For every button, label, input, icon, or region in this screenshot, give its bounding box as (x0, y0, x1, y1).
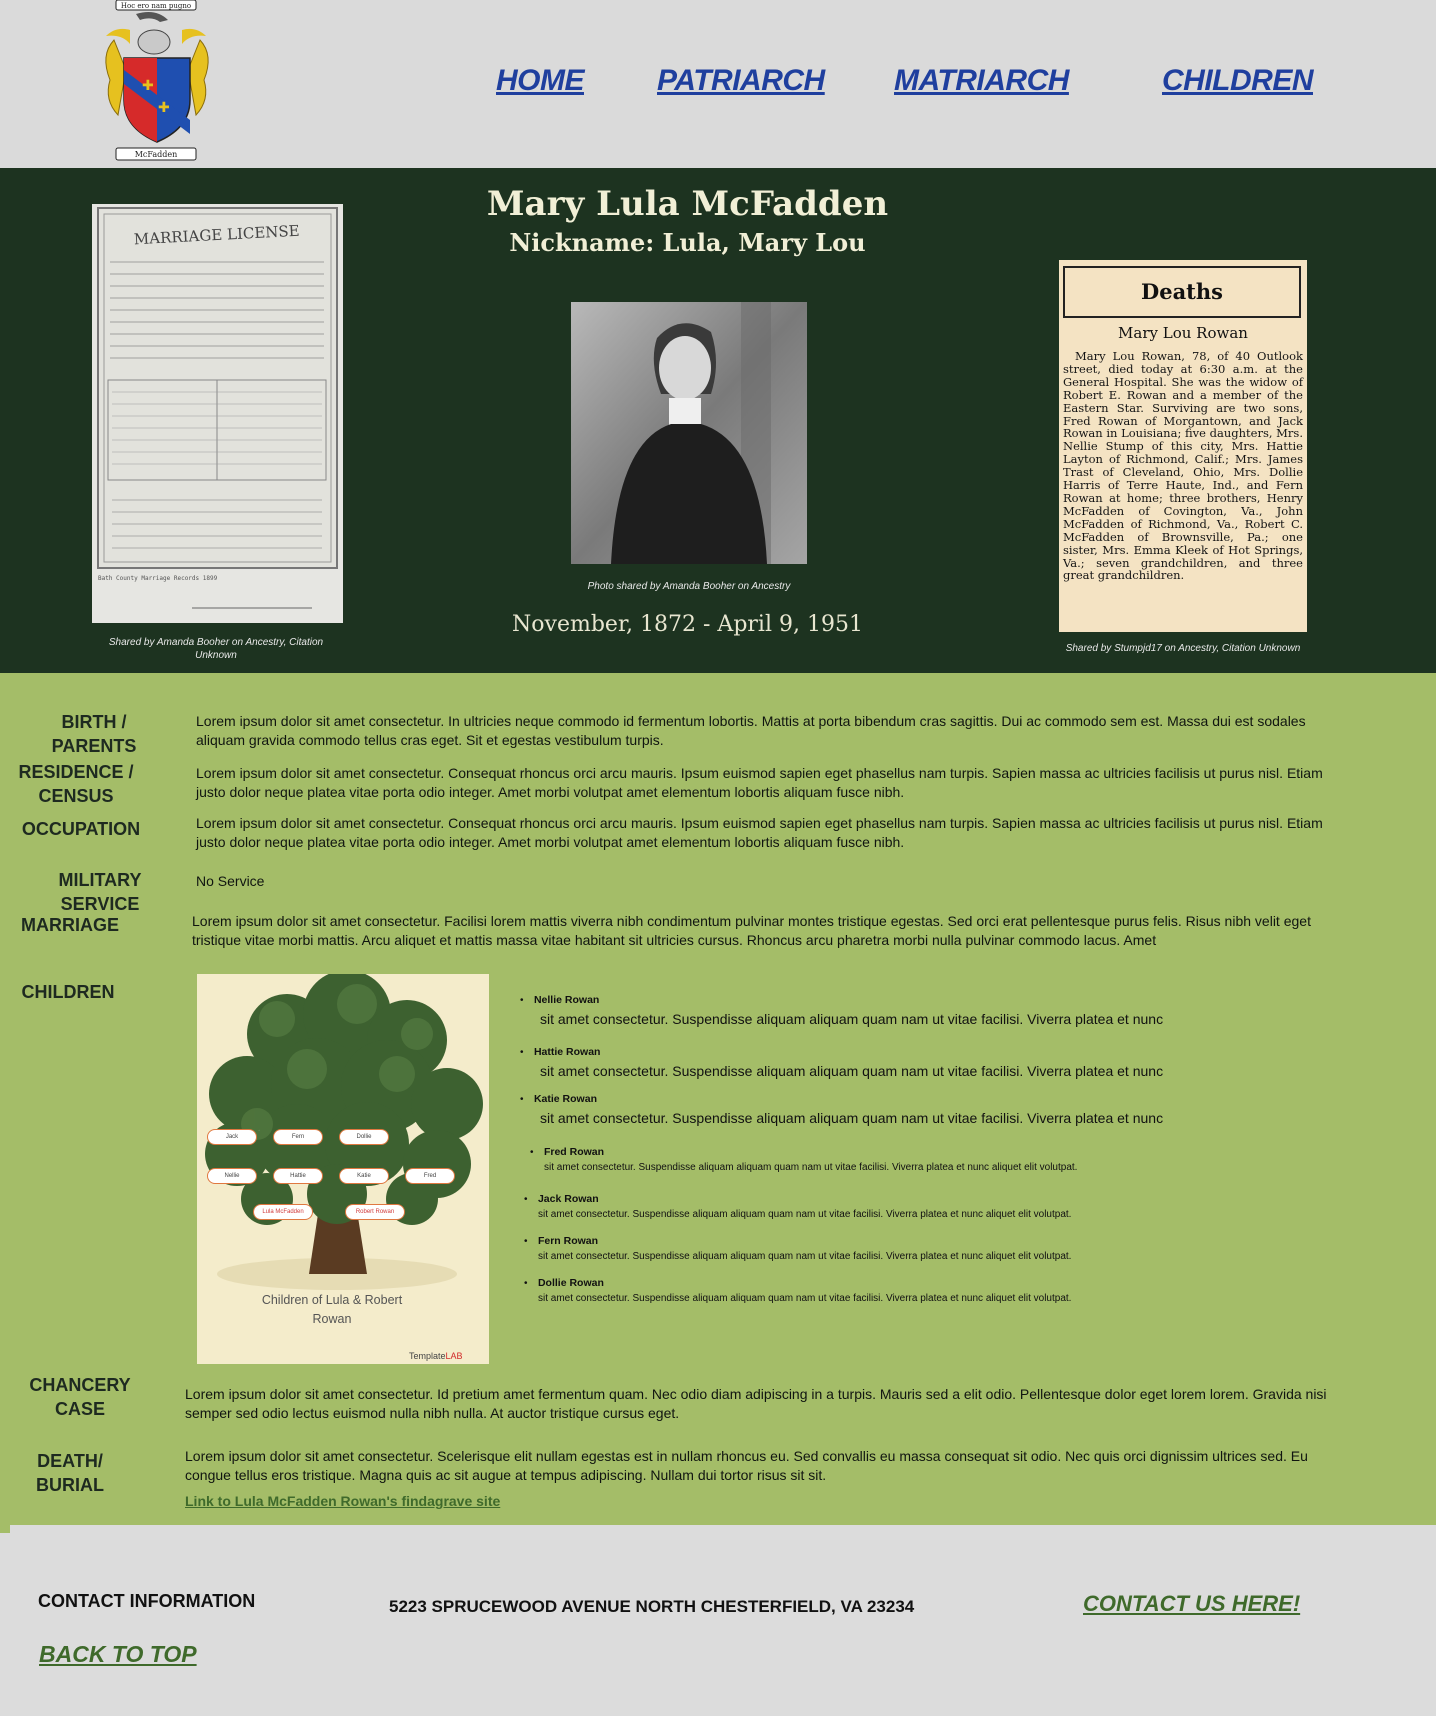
children-label: CHILDREN (21, 982, 115, 1002)
death-burial-label-2: BURIAL (36, 1475, 104, 1495)
military-service-text: No Service (196, 873, 265, 889)
child-item-jack: • Jack Rowan sit amet consectetur. Suspe… (524, 1189, 1071, 1220)
child-text: sit amet consectetur. Suspendisse aliqua… (544, 1162, 1078, 1173)
bullet-icon: • (524, 1278, 528, 1289)
nav-patriarch-link[interactable]: PATRIARCH (657, 64, 825, 98)
chancery-case-label-1: CHANCERY (29, 1375, 131, 1395)
children-list: • Nellie Rowan sit amet consectetur. Sus… (520, 990, 1340, 1310)
bullet-icon: • (520, 1094, 524, 1105)
birth-parents-label: BIRTH / PARENTS (51, 712, 137, 756)
photo-caption: Photo shared by Amanda Booher on Ancestr… (587, 581, 791, 592)
portrait-photo[interactable] (571, 302, 807, 564)
obituary-text: Mary Lou Rowan, 78, of 40 Outlook street… (1063, 349, 1303, 583)
obituary-name: Mary Lou Rowan (1118, 324, 1248, 342)
child-name: Nellie Rowan (533, 994, 600, 1006)
child-text: sit amet consectetur. Suspendisse aliqua… (540, 1011, 1164, 1027)
child-name: Dollie Rowan (537, 1277, 604, 1289)
child-item-hattie: • Hattie Rowan sit amet consectetur. Sus… (520, 1042, 1163, 1079)
obituary-clipping[interactable]: Deaths Mary Lou Rowan Mary Lou Rowan, 78… (1059, 260, 1307, 632)
child-item-nellie: • Nellie Rowan sit amet consectetur. Sus… (520, 990, 1163, 1027)
child-item-katie: • Katie Rowan sit amet consectetur. Susp… (520, 1089, 1163, 1126)
back-to-top-link[interactable]: BACK TO TOP (39, 1641, 197, 1668)
nav-children-link[interactable]: CHILDREN (1162, 64, 1314, 98)
nav-matriarch-link[interactable]: MATRIARCH (894, 64, 1069, 98)
tree-pill-fern: Fern (273, 1129, 323, 1145)
child-text: sit amet consectetur. Suspendisse aliqua… (538, 1251, 1072, 1262)
occupation-label: OCCUPATION (21, 819, 141, 839)
marriage-label: MARRIAGE (21, 915, 119, 935)
obituary-caption: Shared by Stumpjd17 on Ancestry, Citatio… (1065, 643, 1301, 654)
death-burial-text: Lorem ipsum dolor sit amet consectetur. … (185, 1448, 1308, 1483)
license-caption: Shared by Amanda Booher on Ancestry, Cit… (108, 637, 324, 661)
birth-parents-text: Lorem ipsum dolor sit amet consectetur. … (196, 713, 1306, 748)
life-dates: November, 1872 - April 9, 1951 (512, 612, 863, 637)
tree-pill-dollie: Dollie (339, 1129, 389, 1145)
child-text: sit amet consectetur. Suspendisse aliqua… (538, 1209, 1072, 1220)
tree-pill-nellie: Nellie (207, 1168, 257, 1184)
tree-pill-jack: Jack (207, 1129, 257, 1145)
child-name: Hattie Rowan (533, 1046, 601, 1058)
family-crest-logo[interactable]: Hoc ero nam pugno ✚ ✚ McFadden (96, 0, 218, 164)
contact-information-label: CONTACT INFORMATION (38, 1591, 256, 1611)
tree-pill-lula: Lula McFadden (253, 1204, 313, 1220)
marriage-license-image[interactable]: MARRIAGE LICENSE Bath County Marriage Re… (92, 204, 343, 623)
occupation-text: Lorem ipsum dolor sit amet consectetur. … (196, 815, 1323, 850)
person-name-heading: Mary Lula McFadden (486, 184, 889, 224)
license-footer-text: Bath County Marriage Records 1899 (98, 575, 218, 582)
child-item-fern: • Fern Rowan sit amet consectetur. Suspe… (524, 1231, 1071, 1262)
family-tree-image[interactable]: Children of Lula & Robert Rowan Template… (197, 974, 489, 1364)
bullet-icon: • (520, 995, 524, 1006)
chancery-case-text: Lorem ipsum dolor sit amet consectetur. … (185, 1386, 1327, 1421)
nav-home-link[interactable]: HOME (496, 64, 585, 98)
tree-pill-fred: Fred (405, 1168, 455, 1184)
obituary-heading-box: Deaths (1063, 266, 1301, 318)
tree-caption-line1: Children of Lula & Robert (262, 1293, 403, 1307)
bullet-icon: • (520, 1047, 524, 1058)
svg-text:✚: ✚ (158, 100, 170, 116)
tree-pill-robert: Robert Rowan (345, 1204, 405, 1220)
death-burial-label-1: DEATH/ (37, 1451, 103, 1471)
tree-brand-lab: LAB (446, 1351, 463, 1361)
findagrave-link[interactable]: Link to Lula McFadden Rowan's findagrave… (185, 1493, 500, 1509)
residence-census-label-2: CENSUS (38, 786, 114, 806)
residence-census-text: Lorem ipsum dolor sit amet consectetur. … (196, 765, 1323, 800)
crest-motto-text: Hoc ero nam pugno (121, 2, 191, 10)
child-item-fred: • Fred Rowan sit amet consectetur. Suspe… (530, 1142, 1077, 1173)
tree-brand-text: Template (409, 1351, 446, 1361)
child-text: sit amet consectetur. Suspendisse aliqua… (538, 1293, 1072, 1304)
crest-name-text: McFadden (135, 150, 178, 159)
residence-census-label-1: RESIDENCE / (18, 762, 134, 782)
svg-text:TemplateLAB: TemplateLAB (409, 1351, 463, 1361)
nickname-heading: Nickname: Lula, Mary Lou (509, 228, 866, 257)
contact-us-link[interactable]: CONTACT US HERE! (1083, 1591, 1300, 1617)
marriage-text: Lorem ipsum dolor sit amet consectetur. … (192, 913, 1311, 948)
chancery-case-label-2: CASE (54, 1399, 105, 1419)
child-text: sit amet consectetur. Suspendisse aliqua… (540, 1063, 1164, 1079)
bullet-icon: • (524, 1236, 528, 1247)
child-text: sit amet consectetur. Suspendisse aliqua… (540, 1110, 1164, 1126)
content-edge (0, 1525, 10, 1533)
bullet-icon: • (530, 1147, 534, 1158)
child-item-dollie: • Dollie Rowan sit amet consectetur. Sus… (524, 1273, 1071, 1304)
child-name: Fred Rowan (543, 1146, 605, 1158)
child-name: Katie Rowan (533, 1093, 597, 1105)
site-footer (0, 1525, 1436, 1716)
child-name: Fern Rowan (537, 1235, 599, 1247)
footer-address: 5223 SPRUCEWOOD AVENUE NORTH CHESTERFIEL… (389, 1597, 915, 1616)
bullet-icon: • (524, 1194, 528, 1205)
child-name: Jack Rowan (537, 1193, 599, 1205)
tree-pill-katie: Katie (339, 1168, 389, 1184)
tree-pill-hattie: Hattie (273, 1168, 323, 1184)
military-service-label: MILITARY SERVICE (58, 870, 142, 914)
svg-text:✚: ✚ (142, 78, 154, 94)
tree-caption-line2: Rowan (313, 1312, 352, 1326)
